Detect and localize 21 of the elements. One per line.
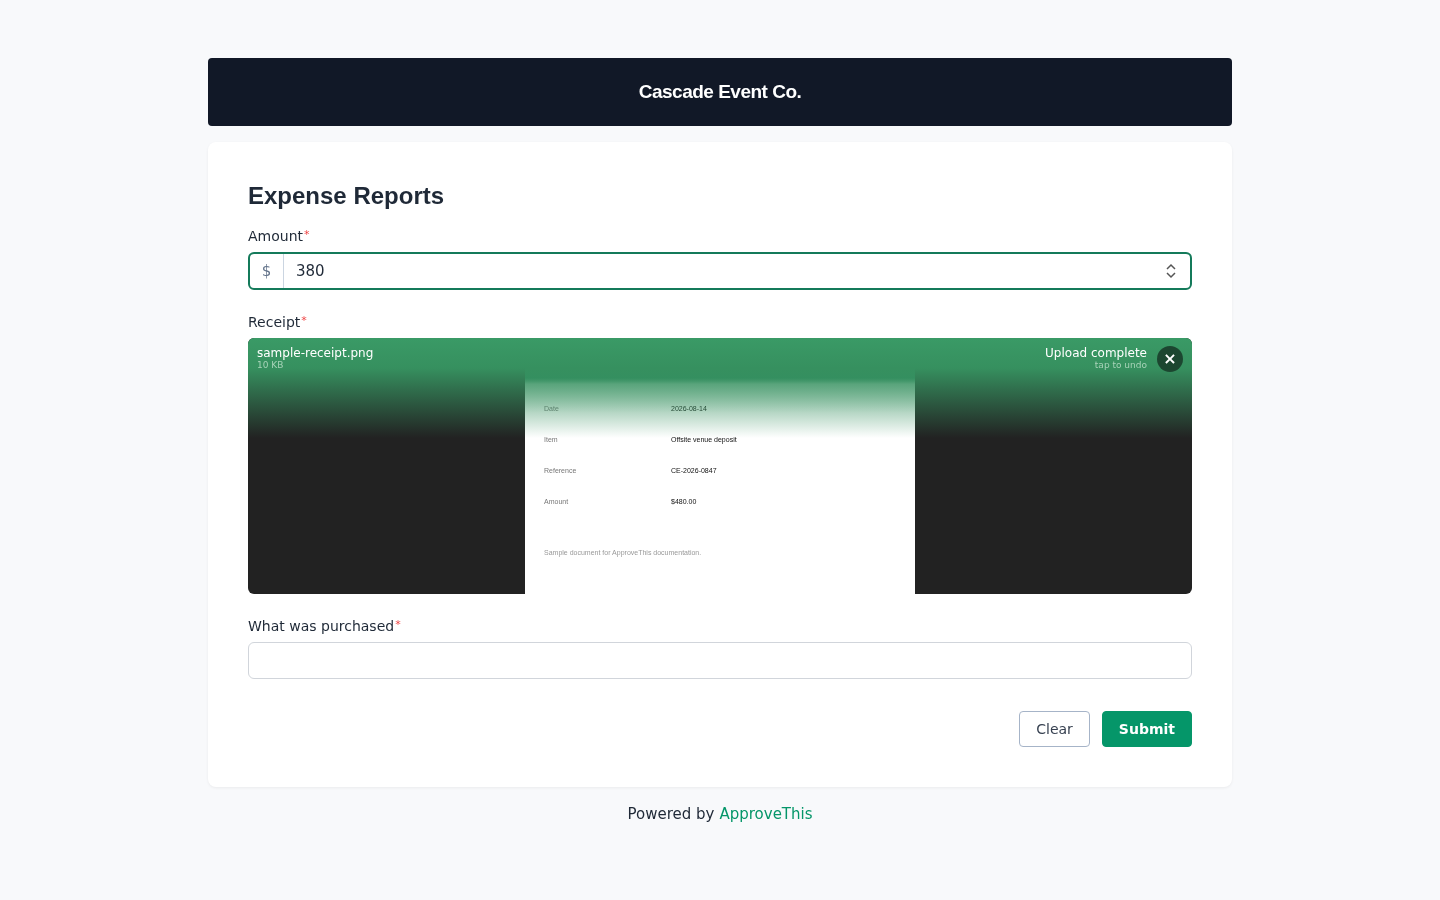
footer-link[interactable]: ApproveThis xyxy=(719,805,813,823)
undo-hint: tap to undo xyxy=(1094,360,1147,370)
close-button[interactable]: × xyxy=(1157,346,1183,372)
purchase-field[interactable] xyxy=(248,642,1192,679)
company-name: Cascade Event Co. xyxy=(638,81,802,103)
submit-button[interactable]: Submit xyxy=(1101,711,1192,747)
file-name: sample-receipt.png xyxy=(257,346,374,360)
field-label: Receipt xyxy=(248,314,301,330)
spinner-icon[interactable] xyxy=(1166,261,1176,281)
currency-prefix: $ xyxy=(250,254,284,288)
upload-status: Upload complete xyxy=(1045,346,1147,360)
required-mark: * xyxy=(395,618,401,631)
footer-text: Powered by xyxy=(627,805,715,823)
required-mark: * xyxy=(304,228,310,241)
file-size: 10 KB xyxy=(257,360,285,370)
field-label: Amount xyxy=(248,228,303,244)
required-mark: * xyxy=(301,314,307,327)
amount-field[interactable]: $ 380 xyxy=(248,252,1192,290)
form-title: Expense Reports xyxy=(248,182,446,210)
field-label: What was purchased xyxy=(248,618,395,634)
clear-button[interactable]: Clear xyxy=(1019,711,1090,747)
